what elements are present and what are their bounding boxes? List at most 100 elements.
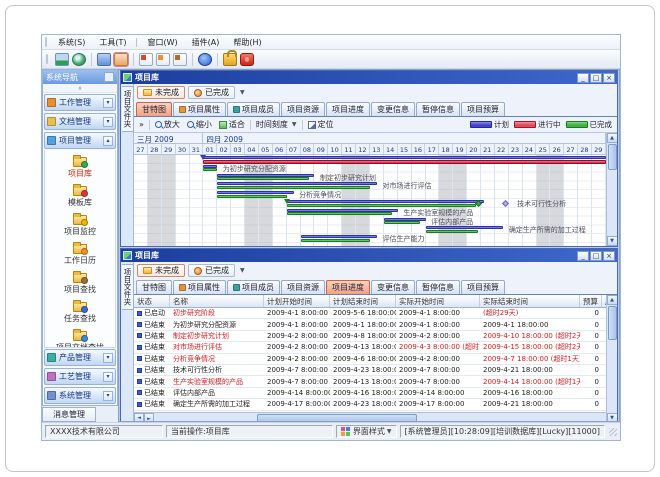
tab-项目预算[interactable]: 项目预算 (461, 280, 505, 294)
tab-项目预算[interactable]: 项目预算 (461, 102, 505, 116)
sidebar-item-模板库[interactable]: 模板库 (45, 181, 115, 210)
task-plan-bar[interactable] (384, 218, 426, 221)
menu-item[interactable]: 窗口(W) (140, 36, 184, 49)
summary-progress-bar[interactable] (203, 160, 606, 164)
scroll-down-icon[interactable]: ▼ (607, 236, 618, 246)
zoom-in-button[interactable]: 放大 (153, 118, 182, 131)
tab-暂停信息[interactable]: 暂停信息 (416, 280, 460, 294)
sidebar-group-文档管理[interactable]: 文档管理▾ (44, 113, 116, 130)
sidebar-item-项目查找[interactable]: 项目查找 (45, 268, 115, 297)
timescale-button[interactable]: 时间刻度▼ (254, 118, 299, 131)
menu-item[interactable]: 插件(A) (185, 36, 227, 49)
scrollbar-thumb[interactable] (608, 144, 617, 170)
tab-项目属性[interactable]: 项目属性 (173, 280, 226, 294)
filter-unfinished-button[interactable]: 未完成 (137, 264, 185, 277)
task-plan-bar[interactable] (287, 209, 398, 212)
tab-暂停信息[interactable]: 暂停信息 (416, 102, 460, 116)
scroll-down-icon[interactable]: ▼ (607, 413, 618, 422)
sidebar-item-任务查找[interactable]: 任务查找 (45, 297, 115, 326)
table-row[interactable]: 已结束制定初步研究计划2009-4-2 8:00:002009-4-8 18:0… (134, 331, 606, 342)
report-orange-icon[interactable] (156, 53, 170, 66)
table-vertical-scrollbar[interactable]: ▲ ▼ (606, 295, 617, 422)
fit-button[interactable]: 适合 (217, 118, 247, 131)
sidebar-item-项目文档查找[interactable]: 项目文档查找 (45, 326, 115, 348)
filter-dropdown-icon[interactable]: ▼ (240, 267, 245, 274)
table-row[interactable]: 已结束对市场进行评估2009-4-2 8:00:002009-4-13 18:0… (134, 342, 606, 353)
project-folder-side-tab[interactable]: 项目文件夹 (122, 86, 134, 132)
menu-item[interactable]: 帮助(H) (226, 36, 268, 49)
report-red-icon[interactable] (139, 53, 153, 66)
sidebar-item-项目库[interactable]: 项目库 (45, 152, 115, 181)
expander-icon[interactable]: ▴ (103, 136, 113, 146)
scrollbar-thumb[interactable] (608, 306, 617, 340)
task-plan-bar[interactable] (217, 191, 293, 194)
scrollbar-thumb[interactable] (257, 414, 417, 423)
locate-button[interactable]: 定位 (306, 118, 336, 131)
expander-icon[interactable]: ▾ (103, 117, 113, 127)
tab-项目成员[interactable]: 项目成员 (227, 280, 280, 294)
tab-甘特图[interactable]: 甘特图 (136, 280, 172, 294)
tab-变更信息[interactable]: 变更信息 (371, 280, 415, 294)
column-header-名称[interactable]: 名称 (170, 295, 264, 307)
task-complete-bar[interactable] (217, 195, 286, 198)
task-complete-bar[interactable] (384, 221, 420, 224)
tab-项目成员[interactable]: 项目成员 (227, 102, 280, 116)
summary-plan-bar[interactable] (203, 156, 606, 159)
tab-项目资源[interactable]: 项目资源 (281, 102, 325, 116)
task-plan-bar[interactable] (301, 235, 377, 238)
task-complete-bar[interactable] (301, 239, 370, 242)
minimize-button[interactable]: _ (577, 251, 589, 261)
workspace-icon[interactable] (55, 53, 69, 66)
expander-icon[interactable]: ▾ (103, 353, 113, 363)
expander-icon[interactable]: ▾ (103, 98, 113, 108)
scroll-left-icon[interactable]: ◄ (134, 413, 144, 423)
exit-icon[interactable] (240, 53, 254, 66)
task-complete-bar[interactable] (203, 168, 217, 171)
table-row[interactable]: 已结束生产实验室规模的产品2009-4-7 8:00:002009-4-13 1… (134, 376, 606, 387)
column-header-预算[interactable]: 预算 (580, 295, 602, 307)
expander-icon[interactable]: ▾ (103, 391, 113, 401)
table-window-titlebar[interactable]: 项目库 _ □ × (121, 249, 617, 262)
table-row[interactable]: 已结束为初步研究分配资源2009-4-1 8:00:002009-4-1 18:… (134, 319, 606, 330)
tab-项目资源[interactable]: 项目资源 (281, 280, 325, 294)
sidebar-group-工作管理[interactable]: 工作管理▾ (44, 94, 116, 111)
filter-unfinished-button[interactable]: 未完成 (137, 86, 185, 99)
filter-dropdown-icon[interactable]: ▼ (240, 89, 245, 96)
filter-finished-button[interactable]: 已完成 (188, 264, 235, 277)
sidebar-collapse-chevron[interactable]: ∧ (43, 84, 117, 93)
tab-项目进度[interactable]: 项目进度 (326, 102, 370, 116)
gantt-window-titlebar[interactable]: 项目库 _ □ × (121, 71, 617, 84)
tab-甘特图[interactable]: 甘特图 (136, 102, 172, 116)
task-complete-bar[interactable] (426, 230, 479, 233)
task-plan-bar[interactable] (217, 174, 314, 177)
help-icon[interactable] (198, 53, 212, 66)
resize-grip[interactable] (609, 428, 617, 436)
gantt-vertical-scrollbar[interactable]: ▲ ▼ (606, 133, 617, 246)
minimize-button[interactable]: _ (577, 73, 589, 83)
column-header-实际结束时间[interactable]: 实际结束时间 (480, 295, 580, 307)
sidebar-group-产品管理[interactable]: 产品管理▾ (44, 349, 116, 366)
close-button[interactable]: × (603, 73, 615, 83)
task-plan-bar[interactable] (426, 226, 504, 229)
table-row[interactable]: 已结束评估内部产品2009-4-14 8:00:002009-4-16 18:0… (134, 388, 606, 399)
pin-icon[interactable] (104, 72, 114, 82)
table-row[interactable]: 已启动初步研究阶段2009-4-1 8:00:002009-5-6 18:00:… (134, 308, 606, 319)
tab-项目属性[interactable]: 项目属性 (173, 102, 226, 116)
lock-icon[interactable] (223, 53, 237, 66)
close-button[interactable]: × (603, 251, 615, 261)
report-brown-icon[interactable] (173, 53, 187, 66)
column-header-状态[interactable]: 状态 (134, 295, 170, 307)
task-plan-bar[interactable] (287, 200, 484, 203)
sidebar-group-工艺管理[interactable]: 工艺管理▾ (44, 368, 116, 385)
sidebar-item-项目监控[interactable]: 项目监控 (45, 210, 115, 239)
task-complete-bar[interactable] (287, 212, 393, 215)
column-header-计划结束时间[interactable]: 计划结束时间 (330, 295, 396, 307)
table-row[interactable]: 已结束技术可行性分析2009-4-7 8:00:002009-4-23 18:0… (134, 365, 606, 376)
interface-style-dropdown[interactable]: 界面样式 ▼ (336, 425, 397, 438)
scroll-right-icon[interactable]: ► (144, 413, 154, 422)
folder-closed-icon[interactable] (97, 53, 111, 66)
sidebar-group-系统管理[interactable]: 系统管理▾ (44, 387, 116, 404)
column-header-实际开始时间[interactable]: 实际开始时间 (396, 295, 480, 307)
expander-icon[interactable]: ▾ (103, 372, 113, 382)
task-plan-bar[interactable] (217, 182, 377, 185)
